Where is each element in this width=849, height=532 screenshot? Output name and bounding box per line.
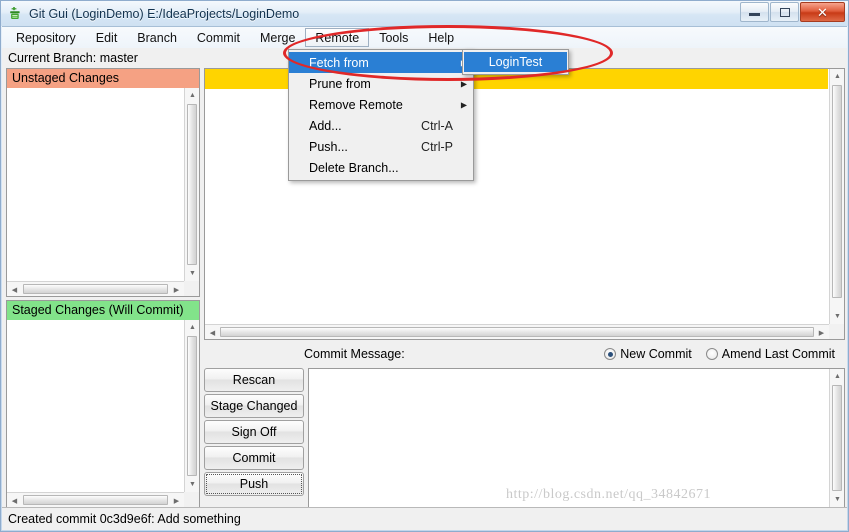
chevron-right-icon: ▶ xyxy=(461,79,467,88)
commit-message-bar: Commit Message: New Commit Amend Last Co… xyxy=(204,344,845,364)
menu-item-accelerator: Ctrl-P xyxy=(421,140,467,154)
scroll-down-icon[interactable]: ▼ xyxy=(830,309,845,324)
status-bar: Created commit 0c3d9e6f: Add something xyxy=(2,507,847,530)
submenu-item-logintest[interactable]: LoginTest xyxy=(464,52,567,72)
staged-changes-pane: Staged Changes (Will Commit) ▲ ▼ ◀ ▶ xyxy=(6,300,200,508)
menu-commit[interactable]: Commit xyxy=(187,28,250,47)
menu-item-add[interactable]: Add... Ctrl-A xyxy=(289,115,473,136)
staged-changes-list[interactable]: ▲ ▼ ◀ ▶ xyxy=(7,320,199,507)
menu-item-label: Add... xyxy=(309,119,342,133)
unstaged-changes-list[interactable]: ▲ ▼ ◀ ▶ xyxy=(7,88,199,296)
scroll-up-icon[interactable]: ▲ xyxy=(830,369,845,384)
menu-item-accelerator: Ctrl-A xyxy=(421,119,467,133)
watermark-text: http://blog.csdn.net/qq_34842671 xyxy=(506,487,711,503)
app-root: Git Gui (LoginDemo) E:/IdeaProjects/Logi… xyxy=(0,0,849,532)
scroll-down-icon[interactable]: ▼ xyxy=(185,266,200,281)
current-branch-label: Current Branch: master xyxy=(8,51,138,65)
sign-off-button[interactable]: Sign Off xyxy=(204,420,304,444)
menu-item-prune-from[interactable]: Prune from ▶ xyxy=(289,73,473,94)
scroll-thumb[interactable] xyxy=(832,385,842,491)
menu-bar: Repository Edit Branch Commit Merge Remo… xyxy=(2,27,847,49)
title-bar[interactable]: Git Gui (LoginDemo) E:/IdeaProjects/Logi… xyxy=(1,1,848,26)
radio-new-commit[interactable] xyxy=(604,348,616,360)
rescan-button[interactable]: Rescan xyxy=(204,368,304,392)
commit-button[interactable]: Commit xyxy=(204,446,304,470)
unstaged-changes-header: Unstaged Changes xyxy=(7,69,199,88)
unstaged-changes-pane: Unstaged Changes ▲ ▼ ◀ ▶ xyxy=(6,68,200,297)
radio-amend-last-commit-label[interactable]: Amend Last Commit xyxy=(722,347,835,361)
minimize-icon xyxy=(749,13,760,16)
menu-item-fetch-from[interactable]: Fetch from ▶ xyxy=(289,52,473,73)
scroll-thumb[interactable] xyxy=(832,85,842,298)
stage-changed-button[interactable]: Stage Changed xyxy=(204,394,304,418)
fetch-from-submenu: LoginTest xyxy=(462,49,569,75)
scrollbar-corner xyxy=(829,324,844,339)
scroll-right-icon[interactable]: ▶ xyxy=(169,282,184,297)
maximize-button[interactable] xyxy=(770,2,799,22)
action-button-column: Rescan Stage Changed Sign Off Commit Pus… xyxy=(204,368,304,498)
menu-repository[interactable]: Repository xyxy=(6,28,86,47)
staged-changes-header: Staged Changes (Will Commit) xyxy=(7,301,199,320)
menu-item-push[interactable]: Push... Ctrl-P xyxy=(289,136,473,157)
push-button[interactable]: Push xyxy=(204,472,304,496)
menu-item-remove-remote[interactable]: Remove Remote ▶ xyxy=(289,94,473,115)
remote-dropdown-menu: Fetch from ▶ Prune from ▶ Remove Remote … xyxy=(288,49,474,181)
menu-remote[interactable]: Remote xyxy=(305,28,369,47)
minimize-button[interactable] xyxy=(740,2,769,22)
menu-item-label: Fetch from xyxy=(309,56,369,70)
unstaged-vertical-scrollbar[interactable]: ▲ ▼ xyxy=(184,88,199,281)
menu-tools[interactable]: Tools xyxy=(369,28,418,47)
unstaged-horizontal-scrollbar[interactable]: ◀ ▶ xyxy=(7,281,184,296)
git-gui-icon xyxy=(7,6,23,22)
scroll-up-icon[interactable]: ▲ xyxy=(185,88,200,103)
scroll-thumb[interactable] xyxy=(187,336,197,476)
scroll-thumb[interactable] xyxy=(220,327,814,337)
window-controls: ✕ xyxy=(739,2,845,22)
scroll-thumb[interactable] xyxy=(23,284,168,294)
menu-item-delete-branch[interactable]: Delete Branch... xyxy=(289,157,473,178)
scroll-right-icon[interactable]: ▶ xyxy=(814,325,829,340)
menu-item-label: Remove Remote xyxy=(309,98,403,112)
scroll-down-icon[interactable]: ▼ xyxy=(185,477,200,492)
staged-vertical-scrollbar[interactable]: ▲ ▼ xyxy=(184,320,199,492)
diff-horizontal-scrollbar[interactable]: ◀ ▶ xyxy=(205,324,829,339)
left-column: Unstaged Changes ▲ ▼ ◀ ▶ xyxy=(6,68,200,508)
window-frame: Git Gui (LoginDemo) E:/IdeaProjects/Logi… xyxy=(0,0,849,532)
menu-item-label: Prune from xyxy=(309,77,371,91)
close-button[interactable]: ✕ xyxy=(800,2,845,22)
menu-item-label: Delete Branch... xyxy=(309,161,399,175)
close-icon: ✕ xyxy=(817,6,828,19)
menu-edit[interactable]: Edit xyxy=(86,28,128,47)
maximize-icon xyxy=(780,8,790,17)
radio-new-commit-label[interactable]: New Commit xyxy=(620,347,692,361)
scroll-up-icon[interactable]: ▲ xyxy=(185,320,200,335)
scroll-up-icon[interactable]: ▲ xyxy=(830,69,845,84)
chevron-right-icon: ▶ xyxy=(461,100,467,109)
scroll-thumb[interactable] xyxy=(23,495,168,505)
scroll-left-icon[interactable]: ◀ xyxy=(7,282,22,297)
commit-message-label: Commit Message: xyxy=(304,347,405,361)
radio-amend-last-commit[interactable] xyxy=(706,348,718,360)
menu-merge[interactable]: Merge xyxy=(250,28,305,47)
scroll-right-icon[interactable]: ▶ xyxy=(169,493,184,508)
staged-horizontal-scrollbar[interactable]: ◀ ▶ xyxy=(7,492,184,507)
menu-item-label: Push... xyxy=(309,140,348,154)
menu-help[interactable]: Help xyxy=(418,28,464,47)
commit-message-scrollbar[interactable]: ▲ ▼ xyxy=(829,369,844,507)
menu-branch[interactable]: Branch xyxy=(127,28,187,47)
window-title: Git Gui (LoginDemo) E:/IdeaProjects/Logi… xyxy=(29,7,299,21)
status-text: Created commit 0c3d9e6f: Add something xyxy=(8,512,241,526)
diff-vertical-scrollbar[interactable]: ▲ ▼ xyxy=(829,69,844,324)
scroll-left-icon[interactable]: ◀ xyxy=(205,325,220,340)
commit-mode-group: New Commit Amend Last Commit xyxy=(604,347,845,361)
scrollbar-corner xyxy=(184,492,199,507)
scroll-down-icon[interactable]: ▼ xyxy=(830,492,845,507)
scroll-thumb[interactable] xyxy=(187,104,197,265)
scroll-left-icon[interactable]: ◀ xyxy=(7,493,22,508)
scrollbar-corner xyxy=(184,281,199,296)
